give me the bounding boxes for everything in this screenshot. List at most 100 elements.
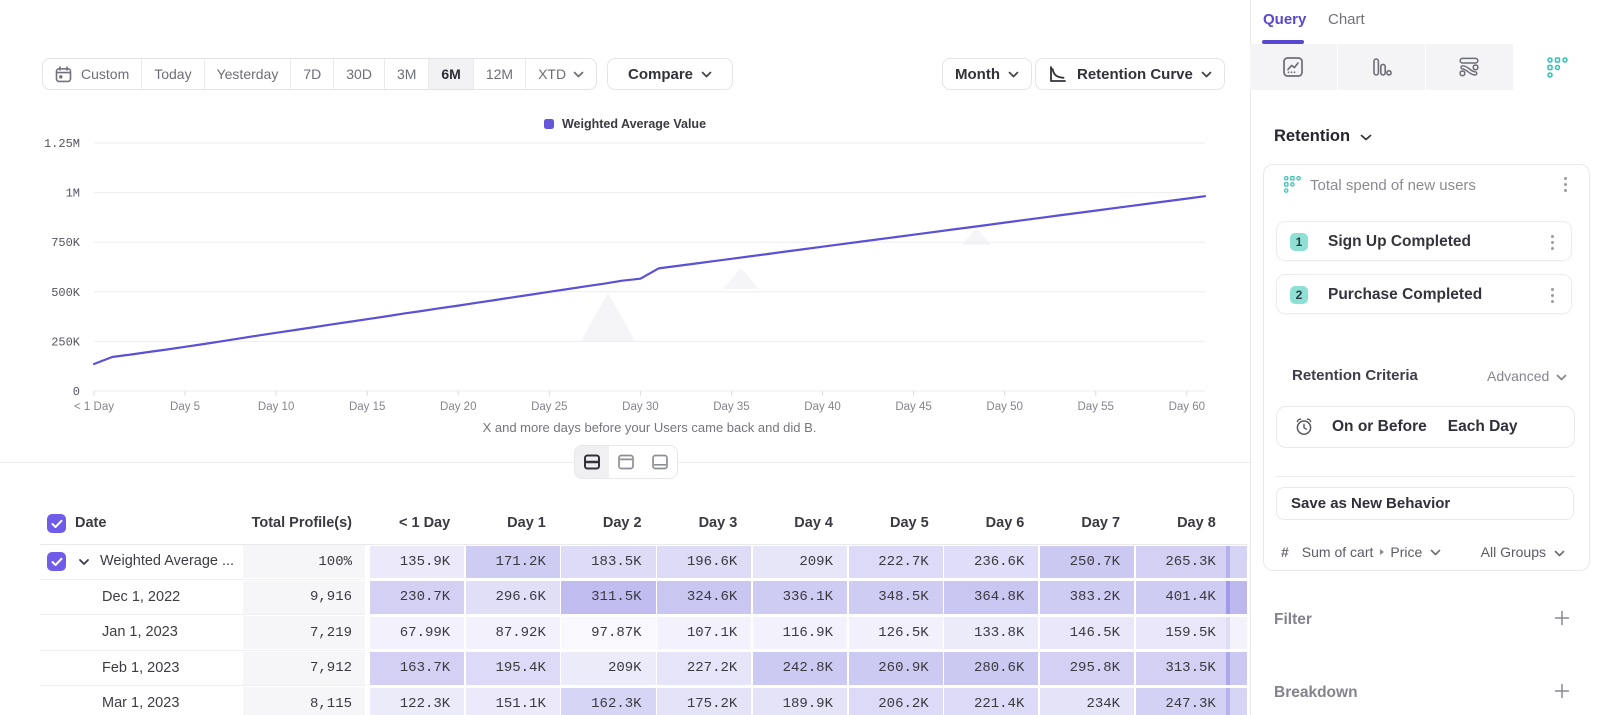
column-header-total: Total Profile(s) [243, 515, 352, 531]
day-value-cell[interactable]: 126.5K [849, 617, 943, 650]
day-value-cell-clipped[interactable] [1226, 617, 1247, 650]
day-value-cell[interactable]: 107.1K [657, 617, 751, 650]
column-header-day: Day 6 [944, 515, 1024, 531]
add-filter-button[interactable] [1554, 610, 1570, 631]
total-cell[interactable]: 7,912 [243, 652, 365, 685]
day-value-cell[interactable]: 383.2K [1040, 581, 1134, 614]
day-value-cell[interactable]: 116.9K [753, 617, 847, 650]
total-cell[interactable]: 100% [243, 545, 365, 578]
day-value-cell[interactable]: 183.5K [561, 546, 655, 579]
day-value-cell[interactable]: 247.3K [1136, 688, 1230, 715]
day-value-cell[interactable]: 159.5K [1136, 617, 1230, 650]
advanced-label: Advanced [1487, 368, 1549, 384]
insights-line-icon [1282, 56, 1304, 78]
day-value-cell[interactable]: 222.7K [849, 546, 943, 579]
measure-label[interactable]: Sum of cart [1302, 544, 1374, 560]
advanced-dropdown[interactable]: Advanced [1487, 368, 1567, 384]
day-value-cell[interactable]: 295.8K [1040, 652, 1134, 685]
behavior-step-row[interactable]: 2 Purchase Completed [1276, 274, 1572, 314]
day-value-cell[interactable]: 206.2K [849, 688, 943, 715]
criteria-condition[interactable]: On or Before [1332, 418, 1427, 436]
day-value-cell-clipped[interactable] [1226, 688, 1247, 715]
day-value-cell[interactable]: 324.6K [657, 581, 751, 614]
day-value-cell[interactable]: 348.5K [849, 581, 943, 614]
day-value-cell[interactable]: 260.9K [849, 652, 943, 685]
active-tab-underline [1262, 40, 1304, 44]
breakdown-label: Breakdown [1274, 684, 1358, 702]
column-header-day: Day 5 [849, 515, 929, 531]
day-value-cell[interactable]: 364.8K [944, 581, 1038, 614]
day-value-cell[interactable]: 189.9K [753, 688, 847, 715]
behavior-step-row[interactable]: 1 Sign Up Completed [1276, 221, 1572, 261]
total-cell[interactable]: 9,916 [243, 581, 365, 614]
day-value-cell[interactable]: 162.3K [561, 688, 655, 715]
number-property-icon: # [1281, 544, 1289, 560]
day-value-cell[interactable]: 175.2K [657, 688, 751, 715]
day-value-cell[interactable]: 296.6K [466, 581, 560, 614]
chart-type-flows[interactable] [1426, 44, 1513, 90]
day-value-cell[interactable]: 236.6K [944, 546, 1038, 579]
breakdown-section: Breakdown [1274, 683, 1570, 703]
day-value-cell[interactable]: 146.5K [1040, 617, 1134, 650]
tab-chart[interactable]: Chart [1328, 11, 1365, 28]
day-value-cell[interactable]: 87.92K [466, 617, 560, 650]
row-label: Dec 1, 2022 [102, 589, 180, 605]
step-label: Sign Up Completed [1328, 222, 1471, 262]
day-value-cell[interactable]: 163.7K [370, 652, 464, 685]
select-all-checkbox[interactable] [47, 514, 66, 533]
day-value-cell-clipped[interactable] [1226, 581, 1247, 614]
day-value-cell[interactable]: 234K [1040, 688, 1134, 715]
day-value-cell[interactable]: 171.2K [466, 546, 560, 579]
step-kebab-icon[interactable] [1551, 288, 1554, 303]
chart-type-insights-bar[interactable] [1338, 44, 1425, 90]
chart-type-insights-line[interactable] [1250, 44, 1337, 90]
day-value-cell[interactable]: 135.9K [370, 546, 464, 579]
day-value-cell[interactable]: 242.8K [753, 652, 847, 685]
day-value-cell[interactable]: 311.5K [561, 581, 655, 614]
row-checkbox[interactable] [47, 552, 66, 571]
total-cell[interactable]: 8,115 [243, 687, 365, 715]
measure-property[interactable]: Price [1390, 544, 1422, 560]
save-as-new-behavior-button[interactable]: Save as New Behavior [1276, 487, 1574, 520]
query-section-heading[interactable]: Retention [1274, 127, 1372, 146]
day-value-cell[interactable]: 209K [561, 652, 655, 685]
arrow-right-icon [1380, 549, 1384, 555]
day-value-cell[interactable]: 336.1K [753, 581, 847, 614]
day-value-cell[interactable]: 250.7K [1040, 546, 1134, 579]
day-value-cell-clipped[interactable] [1226, 652, 1247, 685]
behavior-title[interactable]: Total spend of new users [1310, 177, 1476, 194]
day-value-cell[interactable]: 227.2K [657, 652, 751, 685]
criteria-frequency[interactable]: Each Day [1448, 418, 1518, 436]
day-value-cell[interactable]: 67.99K [370, 617, 464, 650]
day-value-cell[interactable]: 122.3K [370, 688, 464, 715]
day-value-cell[interactable]: 97.87K [561, 617, 655, 650]
chart-type-retention[interactable] [1514, 44, 1600, 90]
expand-chevron-icon[interactable] [78, 558, 90, 566]
filter-section: Filter [1274, 610, 1570, 630]
total-cell[interactable]: 7,219 [243, 616, 365, 649]
day-value-cell-clipped[interactable] [1226, 546, 1247, 579]
retention-criteria-label: Retention Criteria [1292, 367, 1418, 384]
day-value-cell[interactable]: 195.4K [466, 652, 560, 685]
day-value-cell[interactable]: 313.5K [1136, 652, 1230, 685]
day-value-cell[interactable]: 221.4K [944, 688, 1038, 715]
day-value-cell[interactable]: 196.6K [657, 546, 751, 579]
group-dropdown[interactable]: All Groups [1481, 544, 1565, 560]
criteria-condition-row[interactable]: On or Before Each Day [1276, 406, 1575, 448]
add-breakdown-button[interactable] [1554, 683, 1570, 704]
table-row: Weighted Average ...100%135.9K171.2K183.… [0, 544, 1250, 580]
behavior-kebab-icon[interactable] [1564, 177, 1567, 192]
day-value-cell[interactable]: 151.1K [466, 688, 560, 715]
retention-icon [1283, 175, 1301, 198]
tab-query[interactable]: Query [1263, 11, 1306, 28]
day-value-cell[interactable]: 280.6K [944, 652, 1038, 685]
step-kebab-icon[interactable] [1551, 235, 1554, 250]
day-value-cell[interactable]: 230.7K [370, 581, 464, 614]
day-value-cell[interactable]: 401.4K [1136, 581, 1230, 614]
day-value-cell[interactable]: 209K [753, 546, 847, 579]
table-row: Jan 1, 20237,21967.99K87.92K97.87K107.1K… [0, 615, 1250, 651]
card-divider [1276, 476, 1575, 477]
day-value-cell[interactable]: 265.3K [1136, 546, 1230, 579]
day-value-cell[interactable]: 133.8K [944, 617, 1038, 650]
chevron-down-icon [1360, 127, 1372, 146]
